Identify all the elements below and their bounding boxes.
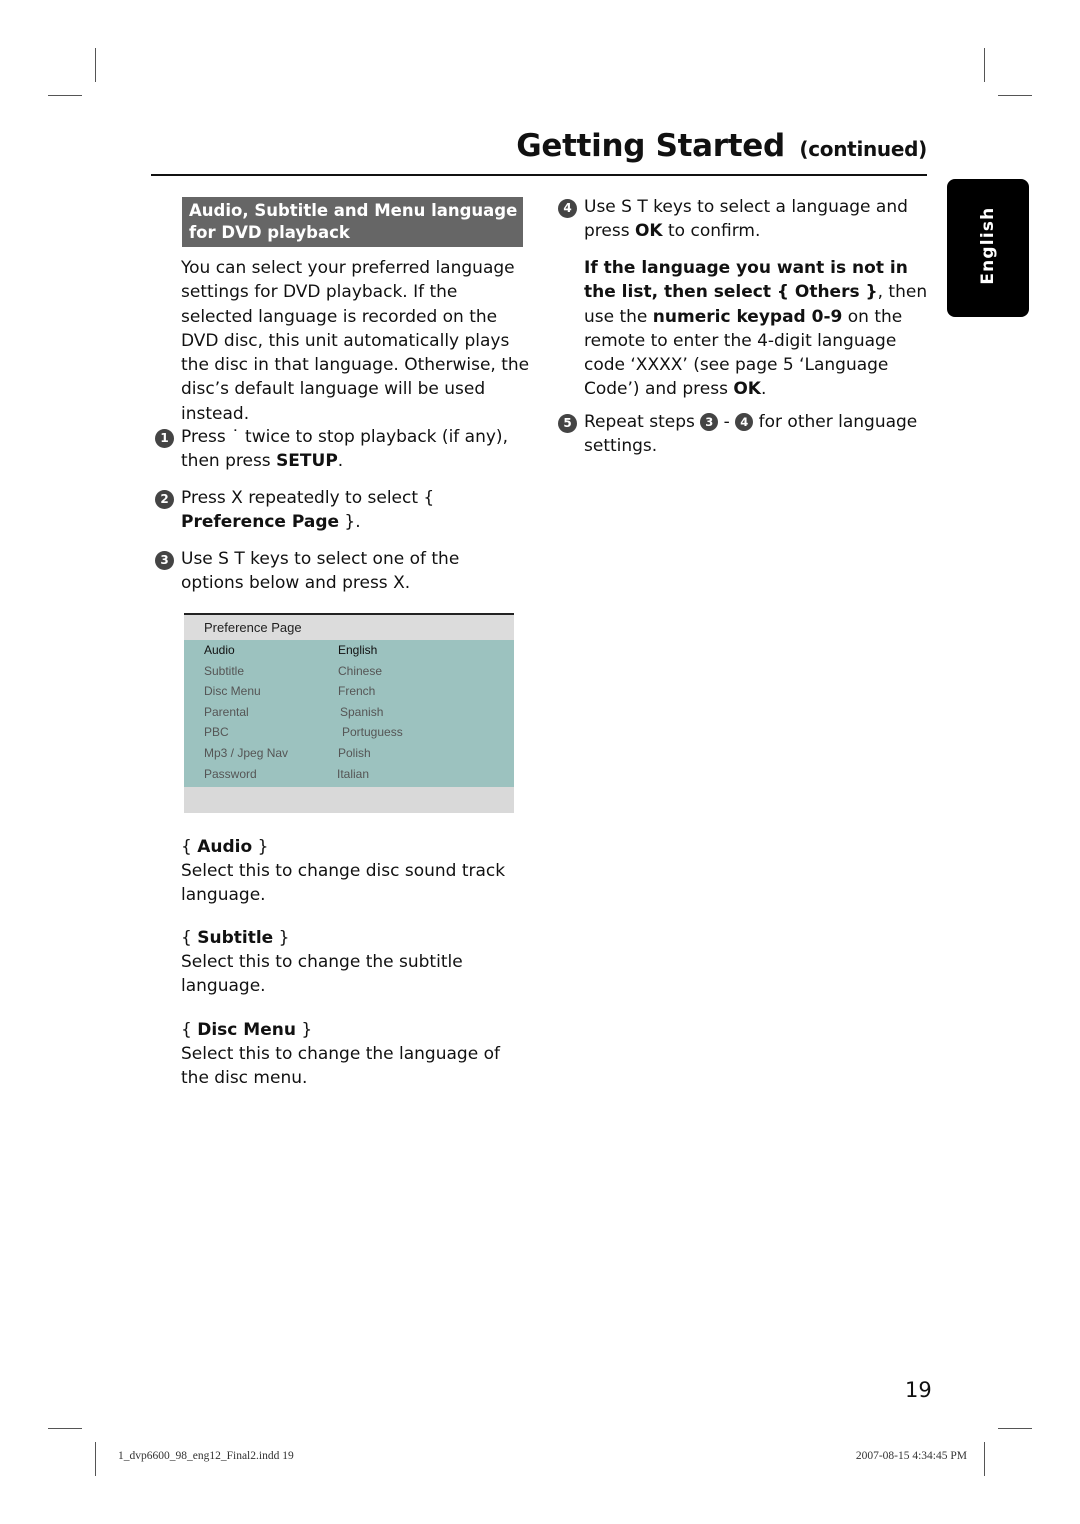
menu-row-label: PBC [204, 725, 229, 739]
section-heading: Audio, Subtitle and Menu language for DV… [182, 197, 523, 247]
step-number-icon: 1 [155, 429, 174, 448]
intro-paragraph: You can select your preferred language s… [181, 258, 530, 424]
footer-filename: 1_dvp6600_98_eng12_Final2.indd 19 [118, 1450, 294, 1462]
crop-mark [95, 1442, 96, 1476]
step-4: 4 Use S T keys to select a language and … [558, 195, 938, 244]
option-description: Select this to change the language of th… [181, 1044, 500, 1089]
option-audio: { Audio } Select this to change disc sou… [181, 835, 531, 908]
crop-mark [48, 1428, 82, 1429]
option-title: { Disc Menu } [181, 1020, 313, 1040]
menu-row-disc-menu[interactable]: Disc Menu French [184, 681, 514, 701]
menu-row-password[interactable]: Password Italian [184, 764, 514, 784]
crop-mark [998, 1428, 1032, 1429]
crop-mark [48, 95, 82, 96]
menu-row-value: Portuguess [342, 725, 403, 739]
option-disc-menu: { Disc Menu } Select this to change the … [181, 1018, 531, 1091]
option-title: { Subtitle } [181, 928, 290, 948]
step-text: Press X repeatedly to select { Preferenc… [181, 488, 435, 533]
step-2: 2 Press X repeatedly to select { Prefere… [155, 486, 525, 535]
menu-row-audio[interactable]: Audio English [184, 640, 514, 660]
menu-row-mp3-jpeg-nav[interactable]: Mp3 / Jpeg Nav Polish [184, 743, 514, 763]
crop-mark [95, 48, 96, 82]
step-number-icon: 3 [155, 551, 174, 570]
preference-page-menu: Preference Page Audio English Subtitle C… [184, 613, 514, 813]
menu-row-parental[interactable]: Parental Spanish [184, 702, 514, 722]
step-text: Use S T keys to select a language and pr… [584, 197, 908, 242]
menu-row-value: English [338, 643, 378, 657]
step-ref-icon: 4 [735, 413, 754, 431]
menu-row-label: Subtitle [204, 664, 245, 678]
menu-row-value: Spanish [340, 705, 384, 719]
menu-row-value: Polish [338, 746, 371, 760]
step-text: Use S T keys to select one of the option… [181, 549, 460, 594]
step-ref-icon: 3 [700, 413, 719, 431]
menu-row-label: Parental [204, 705, 249, 719]
step-number-icon: 2 [155, 490, 174, 509]
step-text: Repeat steps 3 - 4 for other language se… [584, 412, 918, 457]
menu-row-value: Chinese [338, 664, 383, 678]
menu-row-pbc[interactable]: PBC Portuguess [184, 722, 514, 742]
option-description: Select this to change disc sound track l… [181, 861, 506, 906]
menu-row-value: Italian [337, 767, 370, 781]
page-title: Getting Started (continued) [516, 128, 927, 164]
others-language-note: If the language you want is not in the l… [584, 258, 928, 400]
option-subtitle: { Subtitle } Select this to change the s… [181, 926, 531, 999]
menu-row-label: Mp3 / Jpeg Nav [204, 746, 289, 760]
step-number-icon: 4 [558, 199, 577, 218]
crop-mark [984, 48, 985, 82]
language-tab-label: English [978, 206, 998, 285]
menu-row-label: Audio [204, 643, 235, 657]
option-description: Select this to change the subtitle langu… [181, 952, 463, 997]
menu-row-label: Password [204, 767, 257, 781]
step-5: 5 Repeat steps 3 - 4 for other language … [558, 410, 938, 459]
page-number: 19 [905, 1378, 932, 1402]
menu-title: Preference Page [184, 615, 514, 640]
menu-row-subtitle[interactable]: Subtitle Chinese [184, 661, 514, 681]
step-1: 1 Press ˙ twice to stop playback (if any… [155, 425, 525, 474]
page-title-suffix: (continued) [799, 137, 927, 161]
page-title-main: Getting Started [516, 128, 785, 164]
step-3: 3 Use S T keys to select one of the opti… [155, 547, 525, 596]
title-rule [151, 174, 927, 176]
crop-mark [998, 95, 1032, 96]
step-number-icon: 5 [558, 414, 577, 433]
step-text: Press ˙ twice to stop playback (if any),… [181, 427, 508, 472]
crop-mark [984, 1442, 985, 1476]
language-tab: English [947, 179, 1029, 317]
menu-row-label: Disc Menu [204, 684, 261, 698]
footer-timestamp: 2007-08-15 4:34:45 PM [855, 1450, 967, 1462]
option-title: { Audio } [181, 837, 269, 857]
menu-row-value: French [338, 684, 376, 698]
menu-footer [184, 787, 514, 813]
